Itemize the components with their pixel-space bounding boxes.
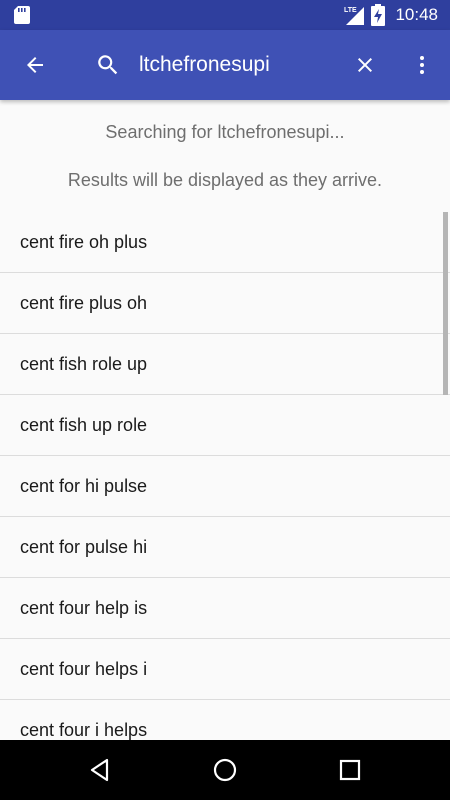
list-item[interactable]: cent fire oh plus <box>0 212 450 273</box>
navigation-bar <box>0 740 450 800</box>
triangle-back-icon <box>90 758 109 782</box>
list-item[interactable]: cent for hi pulse <box>0 456 450 517</box>
status-time: 10:48 <box>395 5 438 24</box>
results-list[interactable]: cent fire oh plus cent fire plus oh cent… <box>0 212 450 740</box>
scrollbar[interactable] <box>443 212 448 395</box>
list-item[interactable]: cent fire plus oh <box>0 273 450 334</box>
more-vert-icon <box>420 56 424 74</box>
list-item[interactable]: cent fish role up <box>0 334 450 395</box>
nav-home-button[interactable] <box>195 740 255 800</box>
list-item[interactable]: cent fish up role <box>0 395 450 456</box>
circle-home-icon <box>213 758 237 782</box>
list-item[interactable]: cent for pulse hi <box>0 517 450 578</box>
search-icon <box>98 55 118 75</box>
search-input[interactable] <box>139 48 335 82</box>
results-note: Results will be displayed as they arrive… <box>67 170 383 190</box>
screen: LTE 10:48 ltchefronesupi Searching for l… <box>0 0 450 800</box>
lte-signal-icon: LTE <box>344 7 365 25</box>
battery-charging-icon <box>371 4 386 26</box>
nav-back-button[interactable] <box>70 740 130 800</box>
searching-message: Searching for ltchefronesupi... <box>105 122 345 142</box>
sd-card-icon <box>14 6 30 24</box>
list-item[interactable]: cent four helps i <box>0 639 450 700</box>
status-bar: LTE 10:48 <box>0 0 450 30</box>
status-icons: LTE 10:48 <box>343 0 438 30</box>
nav-recents-button[interactable] <box>320 740 380 800</box>
clear-search-button[interactable] <box>340 30 390 100</box>
back-button[interactable] <box>10 30 60 100</box>
search-icon-wrap <box>88 30 128 100</box>
close-icon <box>358 58 372 72</box>
square-recents-icon <box>339 759 361 781</box>
search-app-bar <box>0 30 450 100</box>
arrow-back-icon <box>27 57 43 73</box>
overflow-menu-button[interactable] <box>400 30 444 100</box>
list-item[interactable]: cent four help is <box>0 578 450 639</box>
list-item[interactable]: cent four i helps <box>0 700 450 740</box>
network-type-label: LTE <box>344 7 357 14</box>
